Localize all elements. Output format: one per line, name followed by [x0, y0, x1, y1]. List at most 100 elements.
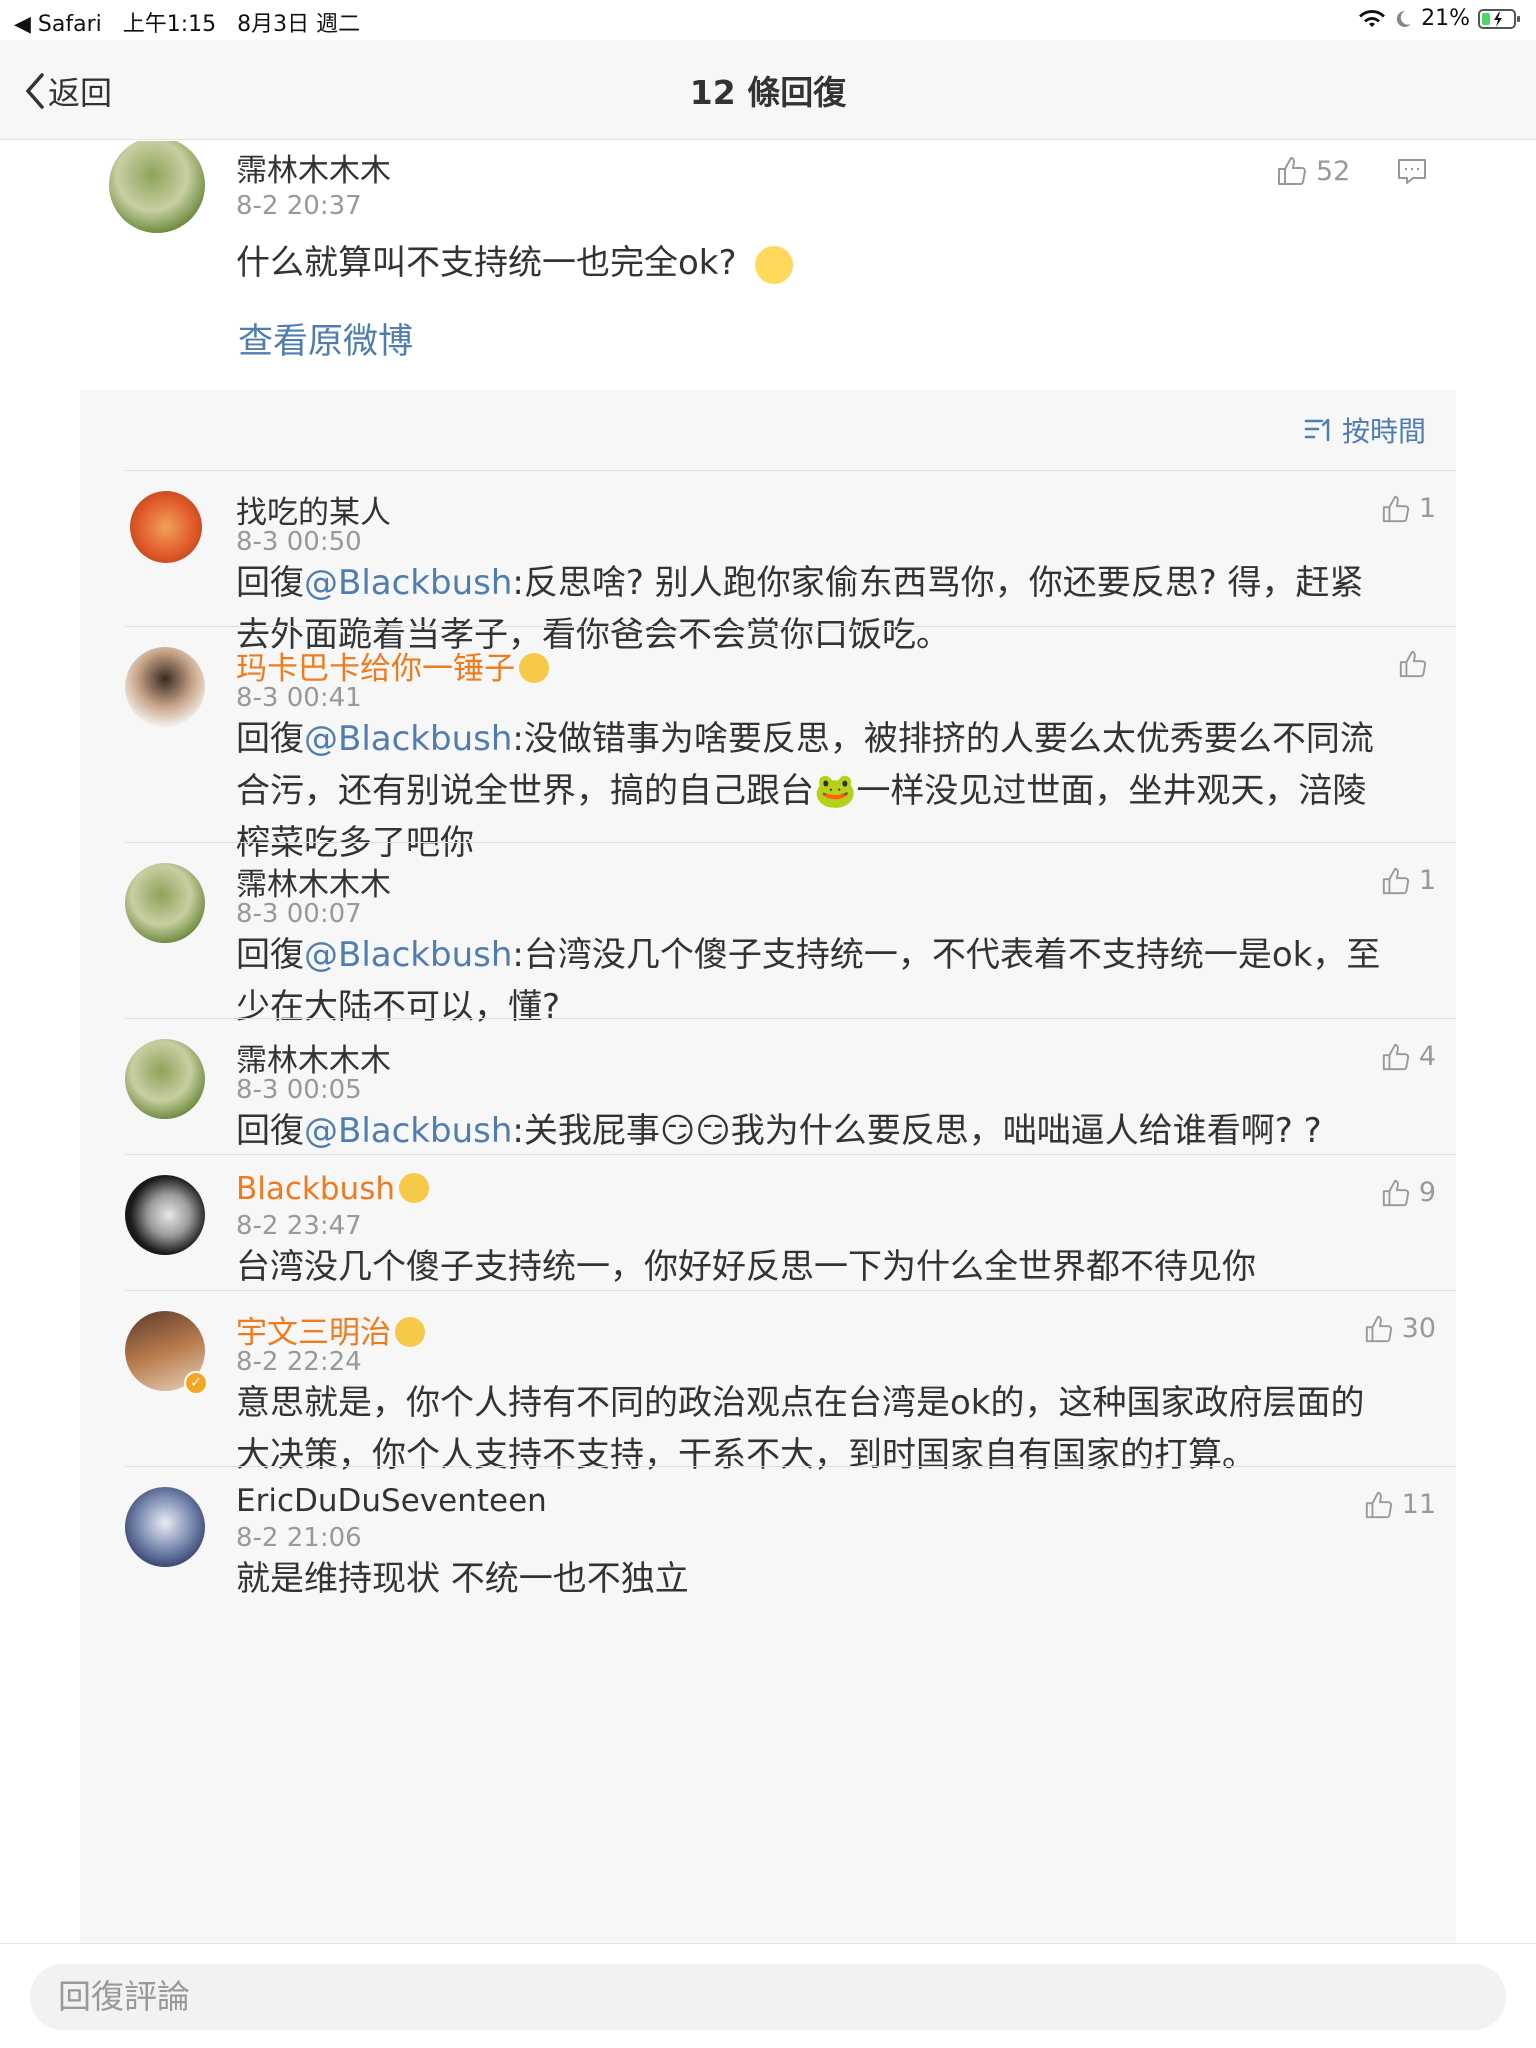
reply-author[interactable]: EricDuDuSeventeen — [236, 1483, 547, 1519]
reply-bar: 回復評論 — [0, 1943, 1536, 2048]
reply-author-name: 宇文三明治 — [236, 1315, 391, 1351]
reply-item: 霈林木木木 8-3 00:07 1 回復@Blackbush:台湾没几个傻子支持… — [80, 843, 1456, 1027]
sort-by-time-button[interactable]: 按時間 — [1304, 410, 1426, 450]
like-button[interactable] — [1398, 649, 1436, 679]
page-title: 12 條回復 — [689, 73, 847, 112]
battery-charging-icon — [1478, 8, 1520, 29]
replies-panel: 按時間 找吃的某人 8-3 00:50 1 回復@Blackbush:反思啥? … — [80, 390, 1456, 1943]
comment-text: 什么就算叫不支持统一也完全ok? — [236, 237, 795, 289]
reply-author[interactable]: 找吃的某人 — [236, 487, 391, 532]
thumbs-up-icon — [1399, 650, 1427, 678]
like-button[interactable]: 11 — [1364, 1489, 1436, 1520]
vip-crown-icon — [395, 1316, 425, 1347]
comment-time: 8-2 20:37 — [236, 191, 362, 221]
reply-time: 8-3 00:41 — [236, 683, 362, 713]
avatar[interactable] — [125, 1487, 205, 1567]
comment-thread: 霈林木木木 8-2 20:37 52 什么就算叫不支持统一也完全ok? 查看原微… — [0, 141, 1536, 1943]
vip-crown-icon — [399, 1172, 429, 1203]
status-bar: ◀ Safari 上午1:15 8月3日 週二 21% — [0, 0, 1536, 40]
thinking-emoji-icon — [755, 245, 794, 284]
clock: 上午1:15 — [122, 12, 217, 37]
reply-prefix: 回復 — [236, 1111, 304, 1151]
status-left: ◀ Safari 上午1:15 8月3日 週二 — [14, 6, 360, 38]
like-button[interactable]: 9 — [1381, 1177, 1436, 1208]
comment-author[interactable]: 霈林木木木 — [236, 145, 391, 190]
reply-time: 8-3 00:05 — [236, 1075, 362, 1105]
reply-author-name: Blackbush — [236, 1171, 395, 1207]
main-comment: 霈林木木木 8-2 20:37 52 什么就算叫不支持统一也完全ok? 查看原微… — [0, 141, 1536, 391]
reply-prefix: 回復 — [236, 935, 304, 975]
reply-comment-input[interactable]: 回復評論 — [30, 1964, 1506, 2030]
avatar[interactable] — [125, 647, 205, 727]
reply-time: 8-3 00:50 — [236, 527, 362, 557]
like-button[interactable]: 4 — [1381, 1041, 1436, 1072]
wifi-icon — [1359, 9, 1386, 27]
verified-badge-icon: ✓ — [184, 1371, 208, 1395]
like-count: 52 — [1316, 155, 1351, 187]
thumbs-up-icon — [1382, 495, 1409, 522]
reply-author[interactable]: 霈林木木木 — [236, 1035, 391, 1080]
moon-icon — [1396, 10, 1412, 27]
reply-time: 8-2 21:06 — [236, 1523, 362, 1553]
vip-crown-icon — [519, 652, 549, 683]
like-count: 30 — [1401, 1313, 1436, 1344]
reply-item: 霈林木木木 8-3 00:05 4 回復@Blackbush:关我屁事😏😏我为什… — [80, 1019, 1456, 1154]
reply-text: 回復@Blackbush:关我屁事😏😏我为什么要反思，咄咄逼人给谁看啊? ? — [236, 1105, 1386, 1157]
reply-time: 8-3 00:07 — [236, 899, 362, 929]
reply-text: 就是维持现状 不统一也不独立 — [236, 1553, 1386, 1605]
thumbs-up-icon — [1382, 1043, 1409, 1070]
reply-author[interactable]: 宇文三明治 — [236, 1307, 425, 1352]
avatar[interactable] — [125, 1039, 205, 1119]
like-button[interactable]: 52 — [1276, 155, 1350, 187]
avatar[interactable] — [125, 1175, 205, 1255]
avatar[interactable] — [130, 491, 202, 563]
thumbs-up-icon — [1365, 1315, 1392, 1342]
reply-author[interactable]: Blackbush — [236, 1171, 429, 1207]
battery-percent: 21% — [1421, 6, 1470, 31]
reply-text: 台湾没几个傻子支持统一，你好好反思一下为什么全世界都不待见你 — [236, 1241, 1386, 1293]
like-count: 1 — [1418, 493, 1436, 524]
date: 8月3日 週二 — [237, 12, 361, 37]
avatar[interactable] — [109, 141, 205, 233]
mention-link[interactable]: @Blackbush — [304, 563, 512, 603]
reply-item: 找吃的某人 8-3 00:50 1 回復@Blackbush:反思啥? 别人跑你… — [80, 471, 1456, 655]
mention-link[interactable]: @Blackbush — [304, 719, 512, 759]
reply-author[interactable]: 霈林木木木 — [236, 859, 391, 904]
reply-prefix: 回復 — [236, 719, 304, 759]
sort-label: 按時間 — [1341, 415, 1426, 448]
thumbs-up-icon — [1278, 157, 1306, 185]
reply-author-name: 玛卡巴卡给你一锤子 — [236, 651, 515, 687]
like-count: 1 — [1418, 865, 1436, 896]
reply-item: 玛卡巴卡给你一锤子 8-3 00:41 回復@Blackbush:没做错事为啥要… — [80, 627, 1456, 863]
reply-author[interactable]: 玛卡巴卡给你一锤子 — [236, 643, 549, 688]
like-button[interactable]: 1 — [1381, 865, 1436, 896]
reply-body: 就是维持现状 不统一也不独立 — [236, 1559, 689, 1599]
thumbs-up-icon — [1382, 867, 1409, 894]
thumbs-up-icon — [1365, 1491, 1392, 1518]
like-count: 11 — [1401, 1489, 1436, 1520]
mention-link[interactable]: @Blackbush — [304, 1111, 512, 1151]
mention-link[interactable]: @Blackbush — [304, 935, 512, 975]
navigation-bar: 返回 12 條回復 — [0, 40, 1536, 140]
reply-item: Blackbush 8-2 23:47 9 台湾没几个傻子支持统一，你好好反思一… — [80, 1155, 1456, 1290]
status-right: 21% — [1359, 6, 1522, 31]
like-button[interactable]: 1 — [1381, 493, 1436, 524]
back-to-app-label[interactable]: ◀ Safari — [14, 12, 102, 37]
reply-prefix: 回復 — [236, 563, 304, 603]
comment-text-content: 什么就算叫不支持统一也完全ok? — [236, 243, 737, 283]
sort-icon — [1304, 418, 1330, 442]
avatar[interactable] — [125, 863, 205, 943]
comment-icon[interactable] — [1396, 157, 1428, 187]
thumbs-up-icon — [1382, 1179, 1409, 1206]
reply-item: ✓ 宇文三明治 8-2 22:24 30 意思就是，你个人持有不同的政治观点在台… — [80, 1291, 1456, 1475]
reply-item: EricDuDuSeventeen 8-2 21:06 11 就是维持现状 不统… — [80, 1467, 1456, 1617]
reply-body: 台湾没几个傻子支持统一，你好好反思一下为什么全世界都不待见你 — [236, 1247, 1256, 1287]
reply-time: 8-2 22:24 — [236, 1347, 362, 1377]
like-count: 9 — [1418, 1177, 1436, 1208]
like-button[interactable]: 30 — [1364, 1313, 1436, 1344]
reply-time: 8-2 23:47 — [236, 1211, 362, 1241]
view-original-post-link[interactable]: 查看原微博 — [238, 313, 413, 364]
like-count: 4 — [1418, 1041, 1436, 1072]
reply-body: 意思就是，你个人持有不同的政治观点在台湾是ok的，这种国家政府层面的大决策，你个… — [236, 1383, 1365, 1475]
reply-body: :关我屁事😏😏我为什么要反思，咄咄逼人给谁看啊? ? — [512, 1111, 1322, 1151]
